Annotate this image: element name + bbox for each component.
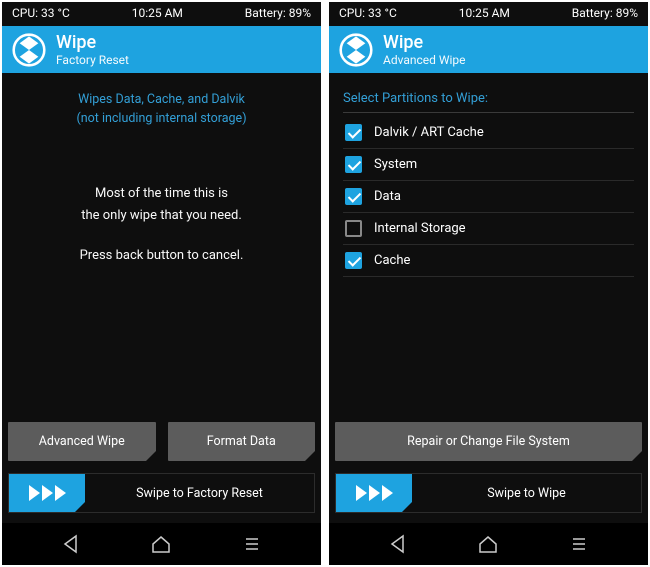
help-text-mid: Most of the time this is the only wipe t… [16,183,307,267]
checkbox-icon[interactable] [345,156,362,173]
partition-label: Data [374,189,401,204]
partition-label: Cache [374,253,410,268]
nav-menu-icon[interactable] [242,534,262,554]
nav-home-icon[interactable] [151,534,171,554]
status-bar: CPU: 33 °C 10:25 AM Battery: 89% [329,2,648,26]
page-title: Wipe [383,32,466,53]
partition-row[interactable]: Data [343,181,634,213]
nav-back-icon[interactable] [61,534,81,554]
page-subtitle: Advanced Wipe [383,53,466,67]
partition-label: Internal Storage [374,221,466,236]
partition-row[interactable]: Internal Storage [343,213,634,245]
swipe-handle-icon[interactable] [9,474,85,512]
nav-bar [329,523,648,565]
page-title: Wipe [56,32,129,53]
partition-label: System [374,157,417,172]
nav-bar [2,523,321,565]
status-cpu: CPU: 33 °C [339,6,397,20]
partition-label: Dalvik / ART Cache [374,125,484,140]
repair-filesystem-button[interactable]: Repair or Change File System [335,422,642,461]
header: Wipe Factory Reset [2,26,321,73]
screen-factory-reset: CPU: 33 °C 10:25 AM Battery: 89% Wipe Fa… [2,2,321,565]
screen-advanced-wipe: CPU: 33 °C 10:25 AM Battery: 89% Wipe Ad… [329,2,648,565]
nav-back-icon[interactable] [388,534,408,554]
section-label: Select Partitions to Wipe: [343,91,634,113]
twrp-logo-icon [12,33,46,67]
status-cpu: CPU: 33 °C [12,6,70,20]
help-text-top: Wipes Data, Cache, and Dalvik (not inclu… [16,91,307,129]
checkbox-icon[interactable] [345,188,362,205]
status-time: 10:25 AM [459,6,510,20]
checkbox-icon[interactable] [345,124,362,141]
partition-row[interactable]: System [343,149,634,181]
nav-home-icon[interactable] [478,534,498,554]
checkbox-icon[interactable] [345,252,362,269]
partition-row[interactable]: Cache [343,245,634,277]
status-time: 10:25 AM [132,6,183,20]
swipe-factory-reset[interactable]: Swipe to Factory Reset [8,473,315,513]
swipe-label: Swipe to Wipe [412,474,641,512]
advanced-wipe-button[interactable]: Advanced Wipe [8,422,156,461]
header: Wipe Advanced Wipe [329,26,648,73]
twrp-logo-icon [339,33,373,67]
swipe-label: Swipe to Factory Reset [85,474,314,512]
swipe-handle-icon[interactable] [336,474,412,512]
status-bar: CPU: 33 °C 10:25 AM Battery: 89% [2,2,321,26]
format-data-button[interactable]: Format Data [168,422,316,461]
page-subtitle: Factory Reset [56,53,129,67]
nav-menu-icon[interactable] [569,534,589,554]
checkbox-icon[interactable] [345,220,362,237]
status-battery: Battery: 89% [245,6,311,20]
status-battery: Battery: 89% [572,6,638,20]
partition-row[interactable]: Dalvik / ART Cache [343,117,634,149]
swipe-wipe[interactable]: Swipe to Wipe [335,473,642,513]
